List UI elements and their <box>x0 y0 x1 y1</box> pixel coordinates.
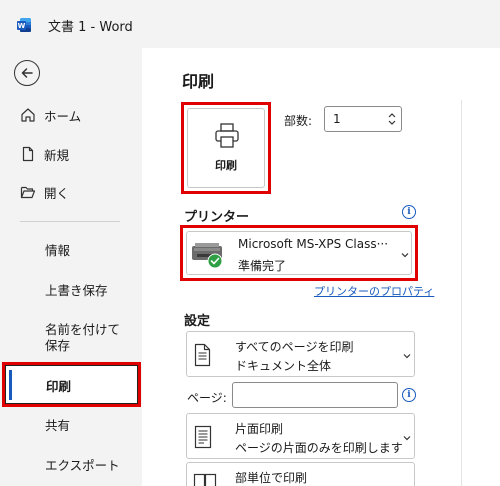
settings-section-title: 設定 <box>184 314 211 329</box>
spinner-arrows-icon[interactable] <box>387 109 397 129</box>
duplex-description: ページの片面のみを印刷します <box>235 441 403 455</box>
back-button[interactable] <box>14 60 40 86</box>
collate-value: 部単位で印刷 <box>235 471 308 485</box>
info-icon[interactable]: i <box>402 205 416 219</box>
word-icon: W <box>17 18 31 32</box>
sidebar-item-home[interactable]: ホーム <box>0 100 142 130</box>
sidebar-item-label: 印刷 <box>46 379 72 394</box>
printer-section-title: プリンター <box>184 210 250 225</box>
window-title: 文書 1 - Word <box>48 20 133 35</box>
duplex-select[interactable]: 片面印刷 ページの片面のみを印刷します <box>186 413 415 459</box>
copies-label: 部数: <box>284 114 313 128</box>
pages-label: ページ: <box>187 391 227 405</box>
sidebar-item-print[interactable]: 印刷 <box>2 362 141 407</box>
print-button-label: 印刷 <box>215 159 237 172</box>
pane-divider <box>461 100 462 486</box>
copies-stepper[interactable]: 1 <box>324 106 402 132</box>
sidebar-item-info[interactable]: 情報 <box>45 243 70 259</box>
printer-select[interactable]: Microsoft MS-XPS Class··· 準備完了 <box>186 231 412 275</box>
sidebar-item-save-as[interactable]: 名前を付けて保存 <box>45 322 131 354</box>
chevron-down-icon <box>403 436 411 441</box>
sidebar-item-open[interactable]: 開く <box>0 177 142 207</box>
print-range-value: すべてのページを印刷 <box>235 340 354 354</box>
preview-pane <box>462 48 500 486</box>
home-icon <box>21 108 35 122</box>
printer-properties-link[interactable]: プリンターのプロパティ <box>314 283 434 299</box>
active-indicator <box>9 370 12 400</box>
print-range-description: ドキュメント全体 <box>235 359 332 373</box>
info-icon[interactable]: i <box>402 388 416 402</box>
arrow-left-icon <box>21 68 33 78</box>
collate-icon <box>193 473 217 486</box>
pages-input[interactable] <box>232 382 398 408</box>
new-doc-icon <box>22 146 34 162</box>
chevron-down-icon <box>403 354 411 359</box>
sidebar-divider <box>20 221 120 222</box>
copies-value: 1 <box>333 112 341 126</box>
collate-select[interactable]: 部単位で印刷 <box>186 462 415 486</box>
print-button[interactable]: 印刷 <box>187 108 265 188</box>
duplex-value: 片面印刷 <box>235 422 284 436</box>
svg-text:W: W <box>18 22 26 30</box>
sidebar-item-save[interactable]: 上書き保存 <box>45 283 108 299</box>
print-range-select[interactable]: すべてのページを印刷 ドキュメント全体 <box>186 331 415 377</box>
folder-open-icon <box>20 186 36 199</box>
page-title: 印刷 <box>182 72 215 91</box>
sidebar-item-new[interactable]: 新規 <box>0 139 142 169</box>
sidebar-item-label: ホーム <box>44 108 82 124</box>
single-sided-icon <box>194 425 212 449</box>
sidebar-item-export[interactable]: エクスポート <box>45 458 120 474</box>
sidebar-item-share[interactable]: 共有 <box>45 418 70 434</box>
chevron-down-icon <box>401 253 409 258</box>
print-button-highlight: 印刷 <box>181 102 271 194</box>
backstage-sidebar: ホーム 新規 開く 情報 上書き保存 名前を付けて保存 印刷 共有 エクスポート <box>0 48 142 486</box>
document-pages-icon <box>194 343 211 367</box>
printer-name: Microsoft MS-XPS Class··· <box>238 237 389 251</box>
printer-icon <box>215 123 239 148</box>
printer-ready-icon <box>192 243 223 269</box>
printer-select-highlight: Microsoft MS-XPS Class··· 準備完了 <box>180 225 418 281</box>
title-bar: W 文書 1 - Word <box>0 0 500 48</box>
sidebar-item-label: 開く <box>44 185 70 201</box>
printer-status: 準備完了 <box>238 259 287 273</box>
sidebar-item-label: 新規 <box>44 147 70 163</box>
